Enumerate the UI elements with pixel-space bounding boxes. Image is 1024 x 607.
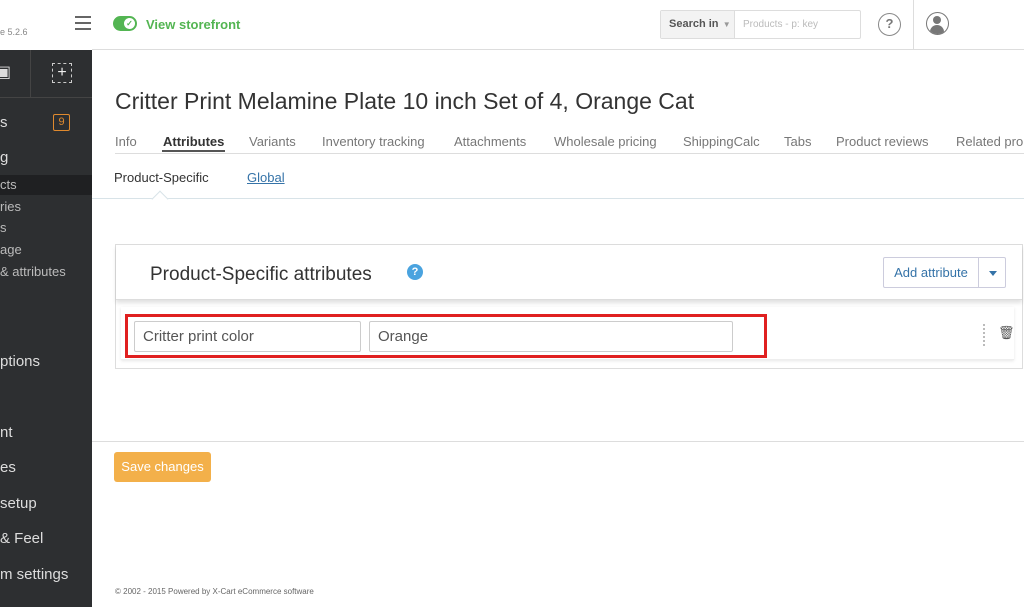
sidebar: e 5.2.6 ▣ + 9 s g cts ries s age & attributes p… [0,0,92,607]
sidebar-item[interactable]: m settings [0,566,68,583]
orders-count-badge: 9 [53,114,70,131]
subtab-global[interactable]: Global [247,170,285,185]
tab-wholesale-pricing[interactable]: Wholesale pricing [554,134,657,149]
add-attribute-button[interactable]: Add attribute [883,257,979,288]
sidebar-item[interactable]: s [0,220,7,235]
search-scope-dropdown[interactable]: Search in ▼ [661,11,735,38]
tab-attachments[interactable]: Attachments [454,134,526,149]
search-input[interactable] [736,11,860,38]
sidebar-item[interactable]: s [0,114,8,131]
sidebar-item[interactable]: & attributes [0,264,66,279]
tab-variants[interactable]: Variants [249,134,296,149]
panel-header: Product-Specific attributes ? Add attrib… [116,245,1022,300]
sidebar-item[interactable]: ptions [0,353,40,370]
tab-product-reviews[interactable]: Product reviews [836,134,928,149]
tab-tabs[interactable]: Tabs [784,134,811,149]
storefront-toggle[interactable]: ✓ [113,16,137,31]
attributes-panel: Product-Specific attributes ? Add attrib… [115,244,1023,369]
drag-handle-icon[interactable] [983,324,985,346]
copyright-text: © 2002 - 2015 Powered by X-Cart eCommerc… [115,587,314,596]
menu-icon[interactable] [75,16,91,30]
attribute-subtabs: Product-Specific Global [92,155,1024,208]
panel-title: Product-Specific attributes [150,264,372,285]
quick-actions: ▣ + [0,50,92,98]
help-icon[interactable]: ? [878,13,901,36]
sidebar-item[interactable]: & Feel [0,530,43,547]
tab-shippingcalc[interactable]: ShippingCalc [683,134,760,149]
subtab-product-specific[interactable]: Product-Specific [114,170,209,185]
divider [913,0,914,50]
sidebar-item[interactable]: age [0,242,22,257]
search-box: Search in ▼ [660,10,861,39]
active-subtab-pointer [151,190,169,208]
sidebar-item[interactable]: es [0,459,16,476]
divider [92,441,1024,442]
product-tabs: Info Attributes Variants Inventory tracking… [115,134,1024,154]
info-icon[interactable]: ? [407,264,423,280]
user-avatar-icon[interactable] [926,12,949,35]
tab-attributes[interactable]: Attributes [163,134,224,149]
trash-icon[interactable]: 🗑 [998,326,1015,341]
save-changes-button[interactable]: Save changes [114,452,211,482]
chevron-down-icon: ▼ [720,20,731,29]
attribute-row: 🗑 [121,307,1015,360]
sidebar-item[interactable]: cts [0,177,17,192]
active-tab-underline [162,150,225,152]
view-storefront-link[interactable]: View storefront [146,17,240,32]
page-title: Critter Print Melamine Plate 10 inch Set… [115,88,695,114]
add-product-button[interactable]: + [52,63,72,83]
add-attribute-dropdown-button[interactable] [978,257,1006,288]
sidebar-item[interactable]: setup [0,495,37,512]
sidebar-item[interactable]: g [0,149,8,166]
tab-related-pro[interactable]: Related pro [956,134,1023,149]
tab-info[interactable]: Info [115,134,137,149]
check-icon: ✓ [124,18,135,29]
version-label: e 5.2.6 [0,27,28,37]
clipboard-icon: ▣ [0,62,12,81]
tab-inventory-tracking[interactable]: Inventory tracking [322,134,425,149]
search-scope-label: Search in [669,18,719,30]
quick-orders-button[interactable]: ▣ [0,50,31,97]
attribute-value-input[interactable] [369,321,733,352]
sidebar-item[interactable]: nt [0,424,13,441]
sidebar-item[interactable]: ries [0,199,21,214]
attribute-name-input[interactable] [134,321,361,352]
